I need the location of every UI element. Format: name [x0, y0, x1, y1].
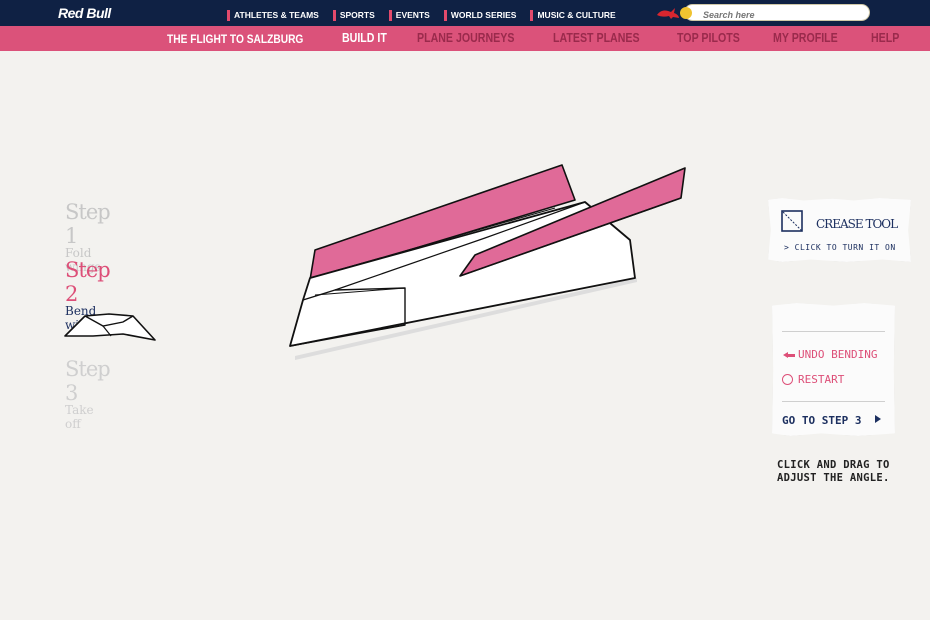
crease-tool-card[interactable]: CREASE TOOL > CLICK TO TURN IT ON — [768, 198, 911, 262]
instruction-hint: CLICK AND DRAG TO ADJUST THE ANGLE. — [777, 459, 890, 484]
nav-bar-marker — [530, 9, 534, 21]
top-nav-label: MUSIC & CULTURE — [537, 10, 616, 20]
crease-tool-title: CREASE TOOL — [816, 217, 898, 231]
go-to-step-3-button[interactable]: GO TO STEP 3 — [782, 414, 882, 427]
sub-nav: BUILD IT PLANE JOURNEYS LATEST PLANES TO… — [342, 31, 927, 45]
undo-arrow-icon — [783, 351, 795, 358]
nav-bar-marker — [332, 9, 336, 21]
go-to-step-label: GO TO STEP 3 — [782, 414, 862, 427]
tab-build-it[interactable]: BUILD IT — [342, 31, 387, 45]
top-nav-sports[interactable]: SPORTS — [332, 8, 375, 22]
tab-plane-journeys[interactable]: PLANE JOURNEYS — [417, 31, 514, 45]
search-box[interactable] — [684, 4, 870, 23]
step-subtitle: Take off — [65, 403, 94, 431]
red-bull-logo[interactable]: Red Bull — [58, 5, 111, 21]
red-bull-emblem-icon — [657, 7, 692, 19]
top-nav-label: EVENTS — [395, 10, 430, 20]
step-heading: Step 1 — [65, 200, 111, 248]
top-nav-events[interactable]: EVENTS — [388, 8, 430, 22]
campaign-title[interactable]: THE FLIGHT TO SALZBURG — [167, 32, 303, 46]
tab-latest-planes[interactable]: LATEST PLANES — [553, 31, 640, 45]
crease-tool-subtitle: > CLICK TO TURN IT ON — [784, 243, 896, 252]
search-input[interactable] — [703, 7, 863, 23]
restart-circle-icon — [782, 374, 793, 385]
top-nav-label: ATHLETES & TEAMS — [234, 10, 319, 20]
top-nav-world-series[interactable]: WORLD SERIES — [443, 8, 517, 22]
divider — [782, 331, 885, 332]
step-heading: Step 3 — [65, 357, 111, 405]
top-nav: ATHLETES & TEAMS SPORTS EVENTS WORLD SER… — [227, 8, 630, 22]
step-3: Step 3 Take off — [65, 357, 111, 431]
sub-navigation-bar: THE FLIGHT TO SALZBURG BUILD IT PLANE JO… — [0, 26, 930, 51]
top-nav-label: WORLD SERIES — [450, 10, 517, 20]
step-heading: Step 2 — [65, 258, 111, 306]
tab-top-pilots[interactable]: TOP PILOTS — [677, 31, 740, 45]
nav-bar-marker — [443, 9, 447, 21]
undo-label: UNDO BENDING — [798, 348, 878, 361]
divider — [782, 401, 885, 402]
crease-tool-icon — [781, 210, 803, 232]
bent-wings-preview-icon — [64, 313, 156, 341]
paper-plane-canvas[interactable] — [285, 160, 695, 370]
restart-button[interactable]: RESTART — [782, 373, 844, 386]
tab-help[interactable]: HELP — [871, 31, 899, 45]
play-arrow-icon — [875, 415, 882, 423]
restart-label: RESTART — [798, 373, 845, 386]
tab-my-profile[interactable]: MY PROFILE — [773, 31, 838, 45]
actions-panel: UNDO BENDING RESTART GO TO STEP 3 — [772, 303, 895, 436]
undo-bending-button[interactable]: UNDO BENDING — [782, 348, 877, 361]
top-nav-label: SPORTS — [339, 10, 375, 20]
nav-bar-marker — [388, 9, 392, 21]
top-nav-music-culture[interactable]: MUSIC & CULTURE — [530, 8, 616, 22]
nav-bar-marker — [227, 9, 230, 21]
top-nav-athletes-teams[interactable]: ATHLETES & TEAMS — [227, 8, 319, 22]
top-navigation-bar: Red Bull ATHLETES & TEAMS SPORTS EVENTS … — [0, 0, 930, 26]
